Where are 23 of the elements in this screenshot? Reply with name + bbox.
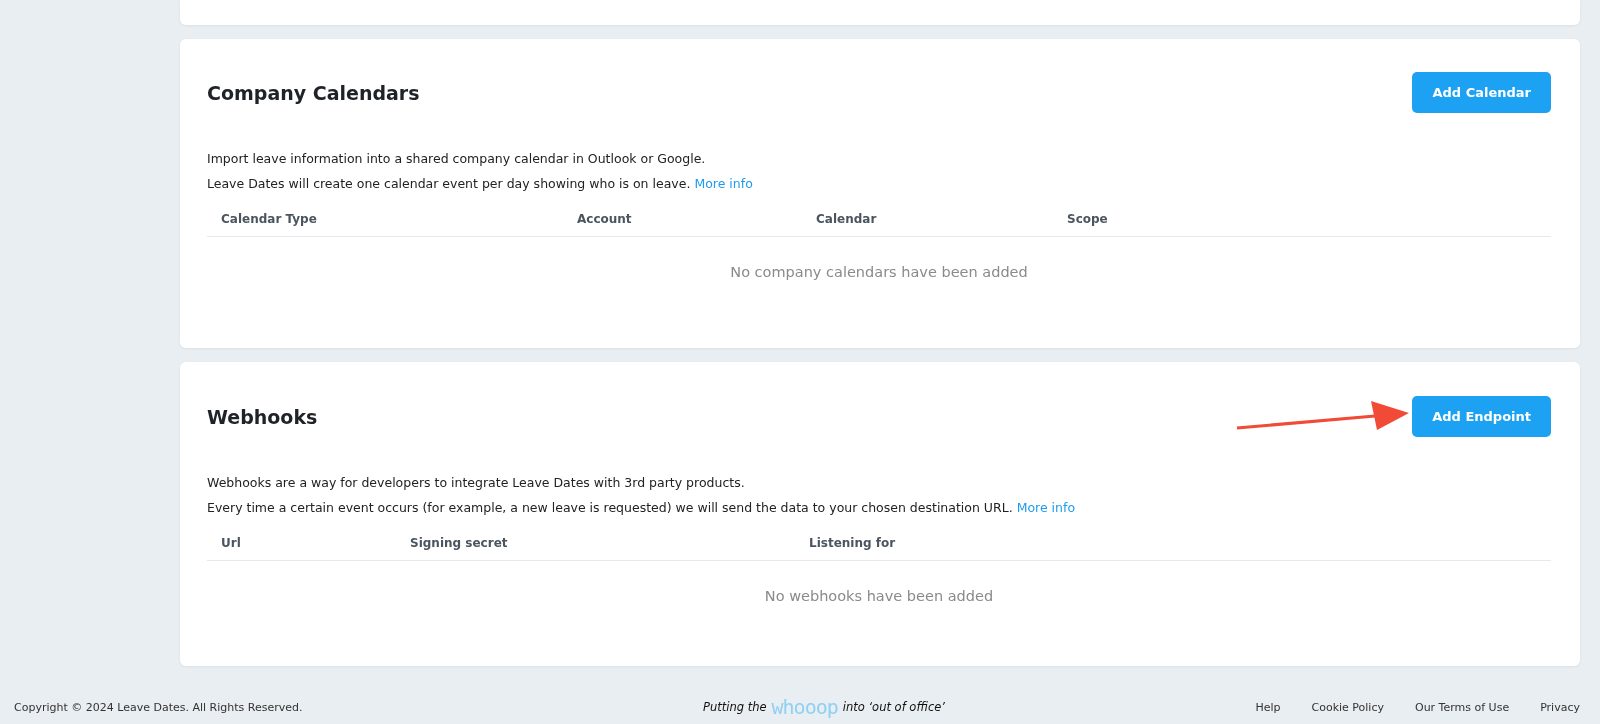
description-text: Leave Dates will create one calendar event per day showing who is on leave. More info xyxy=(207,175,754,193)
copyright-text: Copyright © 2024 Leave Dates. All Rights Reserved. xyxy=(14,700,303,714)
footer-link[interactable]: Help xyxy=(1255,700,1281,714)
column-header: Account xyxy=(577,212,633,226)
empty-state-text: No webhooks have been added xyxy=(763,587,995,606)
footer-link[interactable]: Privacy xyxy=(1540,700,1580,714)
logo-wordmark: whooop xyxy=(771,695,838,719)
description-text: Every time a certain event occurs (for example, a new leave is requested) we will send the data to your chosen destination URL. More info xyxy=(207,499,1077,517)
description-text: Import leave information into a shared company calendar in Outlook or Google. xyxy=(207,150,707,168)
footer-link[interactable]: Our Terms of Use xyxy=(1414,700,1510,714)
footer-link[interactable]: Cookie Policy xyxy=(1311,700,1384,714)
tagline-text: Putting the xyxy=(702,700,767,714)
empty-state-text: No company calendars have been added xyxy=(729,263,1029,282)
column-header: Listening for xyxy=(809,536,897,550)
column-header: Scope xyxy=(1067,212,1109,226)
section-title: Company Calendars xyxy=(207,81,420,104)
column-header: Url xyxy=(221,536,242,550)
column-header: Signing secret xyxy=(410,536,509,550)
column-header: Calendar Type xyxy=(221,212,318,226)
tagline-text: into ‘out of office’ xyxy=(842,700,945,714)
description-text: Webhooks are a way for developers to integrate Leave Dates with 3rd party products. xyxy=(207,474,746,492)
column-header: Calendar xyxy=(816,212,878,226)
section-title: Webhooks xyxy=(207,405,318,428)
